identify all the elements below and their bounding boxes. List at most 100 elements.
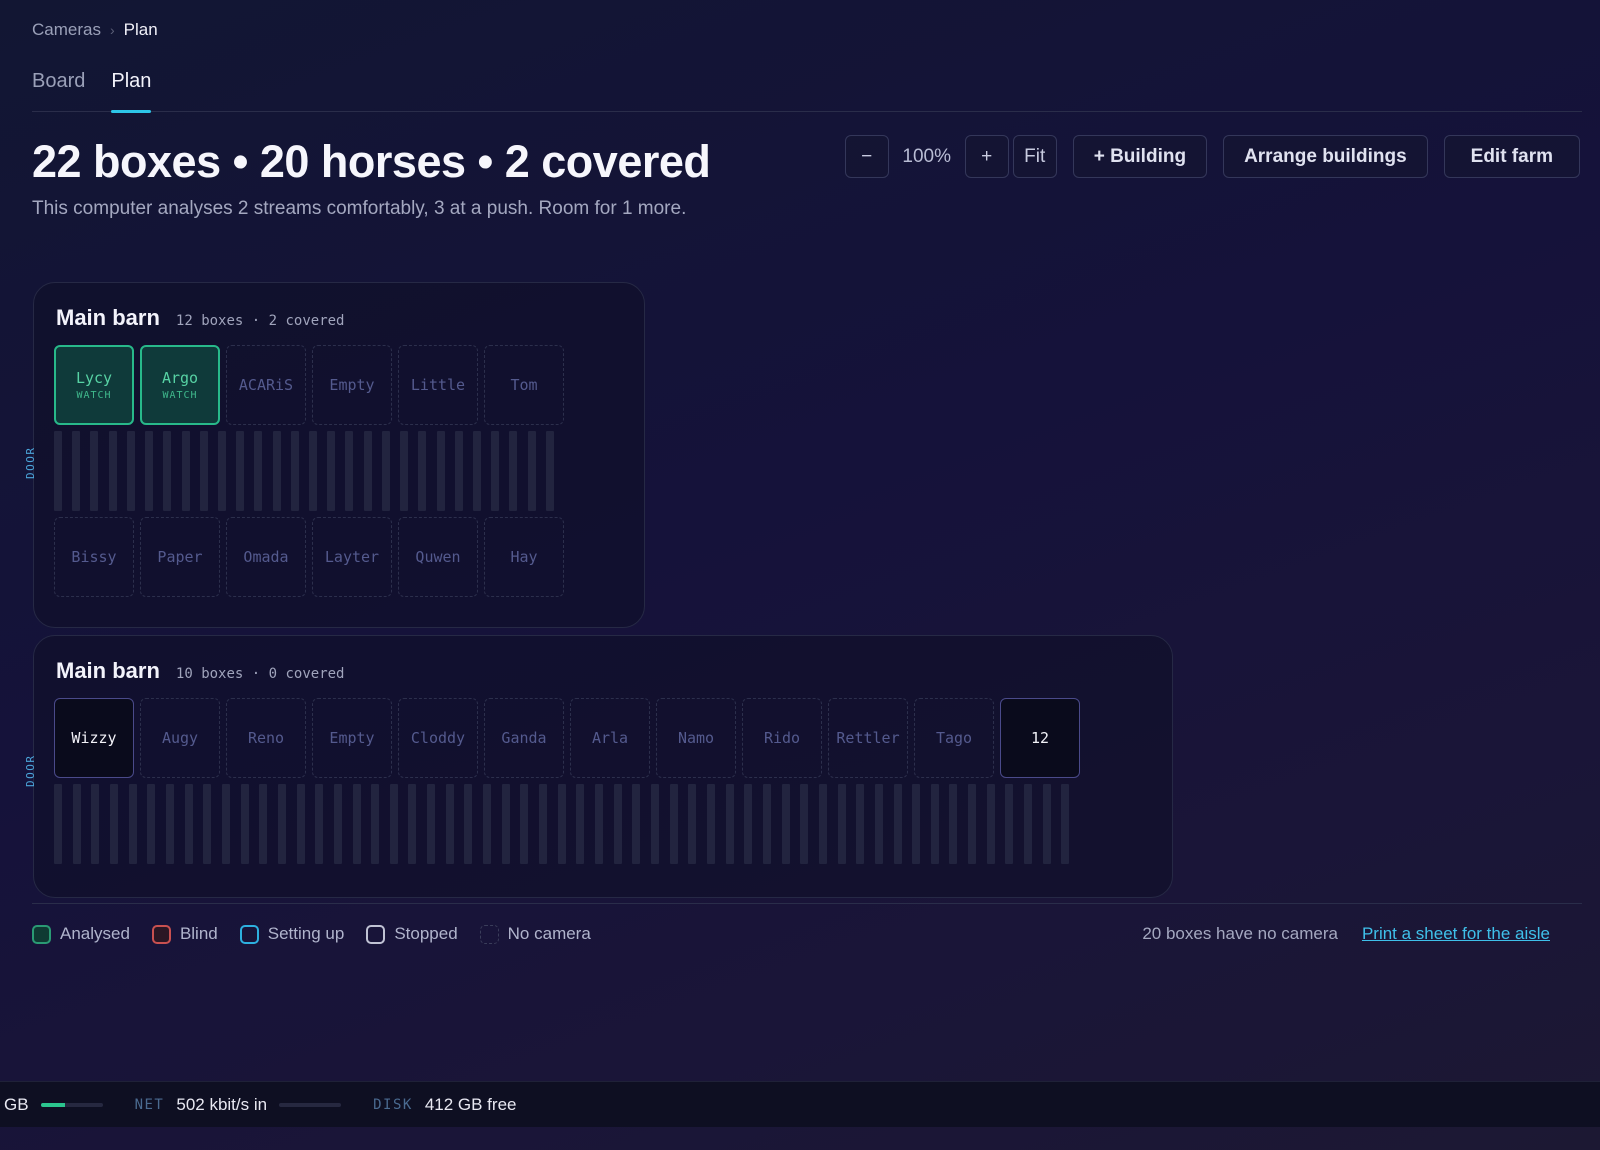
aisle-stripe <box>491 431 500 511</box>
aisle-stripe <box>163 431 172 511</box>
aisle-stripe <box>290 431 299 511</box>
aisle-stripe <box>725 784 734 864</box>
add-building-button[interactable]: + Building <box>1072 135 1208 178</box>
stall-name: ACARiS <box>238 376 294 394</box>
breadcrumb-cameras[interactable]: Cameras <box>32 20 101 40</box>
aisle-stripe <box>90 431 99 511</box>
barn-meta: 10 boxes · 0 covered <box>175 666 345 682</box>
aisle-stripe <box>1024 784 1032 864</box>
arrange-buildings-button[interactable]: Arrange buildings <box>1223 135 1428 178</box>
aisle-stripe <box>436 431 445 511</box>
aisle-stripe <box>272 431 281 511</box>
stall-name: Little <box>410 376 466 394</box>
barn-name[interactable]: Main barn <box>56 658 160 684</box>
stall-box[interactable]: ACARiS <box>226 345 306 425</box>
aisle-stripe <box>408 784 417 864</box>
zoom-level: 100% <box>902 145 951 167</box>
stall-box[interactable]: Paper <box>140 517 220 597</box>
stall-box[interactable]: 12 <box>1000 698 1080 778</box>
stall-box[interactable]: Bissy <box>54 517 134 597</box>
stall-box[interactable]: Rido <box>742 698 822 778</box>
stall-name: Argo <box>161 369 199 387</box>
edit-farm-button[interactable]: Edit farm <box>1443 135 1580 178</box>
aisle-stripe <box>91 784 100 864</box>
aisle-stripe <box>240 784 249 864</box>
tab-board[interactable]: Board <box>32 68 85 112</box>
stall-box[interactable]: Argo WATCH <box>140 345 220 425</box>
tab-plan[interactable]: Plan <box>111 68 152 113</box>
stall-box[interactable]: Layter <box>312 517 392 597</box>
stall-box[interactable]: Arla <box>570 698 650 778</box>
stall-name: Lycy <box>75 369 113 387</box>
net-meter <box>279 1102 342 1107</box>
aisle-stripe <box>874 784 883 864</box>
legend-no-camera: No camera <box>479 924 591 944</box>
memory-meter-fill <box>40 1102 66 1107</box>
stall-name: Omada <box>243 548 289 566</box>
plan-toolbar: − 100% + Fit + Building Arrange building… <box>844 135 1580 178</box>
stall-box[interactable]: Reno <box>226 698 306 778</box>
stall-name: Paper <box>157 548 203 566</box>
chevron-right-icon: › <box>109 22 115 38</box>
stall-box[interactable]: Quwen <box>398 517 478 597</box>
aisle-stripe <box>333 784 342 864</box>
aisle-stripe <box>108 431 117 511</box>
aisle-stripe <box>296 784 305 864</box>
door-label: DOOR <box>24 754 37 788</box>
aisle-stripe <box>912 784 921 864</box>
aisle-stripe <box>418 431 427 511</box>
stall-name: Empty <box>329 376 375 394</box>
no-camera-swatch-icon <box>479 924 499 944</box>
aisle-stripe <box>400 431 409 511</box>
aisle-stripe <box>309 431 317 511</box>
stall-name: Empty <box>329 729 375 747</box>
aisle-stripe <box>818 784 827 864</box>
stall-name: Augy <box>161 729 199 747</box>
zoom-out-button[interactable]: − <box>844 135 889 178</box>
stall-box[interactable]: Namo <box>656 698 736 778</box>
stall-box[interactable]: Cloddy <box>398 698 478 778</box>
stall-name: Tago <box>935 729 973 747</box>
stall-box[interactable]: Wizzy <box>54 698 134 778</box>
aisle-stripe <box>221 784 230 864</box>
stall-name: Cloddy <box>410 729 466 747</box>
stall-name: Layter <box>324 548 380 566</box>
aisle-stripe <box>576 784 585 864</box>
aisle-stripe <box>837 784 846 864</box>
stall-box[interactable]: Omada <box>226 517 306 597</box>
stall-box[interactable]: Rettler <box>828 698 908 778</box>
legend: Analysed Blind Setting up Stopped No cam… <box>32 924 591 944</box>
aisle-stripe <box>165 784 174 864</box>
stall-box[interactable]: Hay <box>484 517 564 597</box>
stall-name: Ganda <box>501 729 547 747</box>
barn-name[interactable]: Main barn <box>56 305 160 331</box>
stall-box[interactable]: Augy <box>140 698 220 778</box>
stall-box[interactable]: Little <box>398 345 478 425</box>
stall-box[interactable]: Empty <box>312 698 392 778</box>
print-sheet-link[interactable]: Print a sheet for the aisle <box>1362 924 1550 944</box>
aisle-stripe <box>472 431 481 511</box>
aisle-stripe <box>632 784 641 864</box>
legend-divider <box>32 903 1582 904</box>
stall-box[interactable]: Ganda <box>484 698 564 778</box>
stall-box[interactable]: Tago <box>914 698 994 778</box>
network-status: NET 502 kbit/s in <box>135 1095 342 1115</box>
aisle-stripe <box>464 784 473 864</box>
aisle-stripe <box>545 431 554 511</box>
aisle-stripe <box>856 784 865 864</box>
aisle-stripe <box>930 784 939 864</box>
stall-box[interactable]: Lycy WATCH <box>54 345 134 425</box>
stall-box[interactable]: Tom <box>484 345 564 425</box>
aisle-stripe <box>650 784 659 864</box>
aisle-stripe <box>483 784 492 864</box>
tab-bar: Board Plan <box>32 68 1582 113</box>
setting-up-swatch-icon <box>239 924 259 944</box>
stall-name: Rido <box>763 729 801 747</box>
zoom-in-button[interactable]: + <box>964 135 1009 178</box>
stall-box[interactable]: Empty <box>312 345 392 425</box>
memory-status: GB <box>4 1095 103 1115</box>
aisle-stripe <box>371 784 380 864</box>
aisle-stripe <box>181 431 190 511</box>
fit-button[interactable]: Fit <box>1012 135 1057 178</box>
aisle-stripe <box>986 784 995 864</box>
